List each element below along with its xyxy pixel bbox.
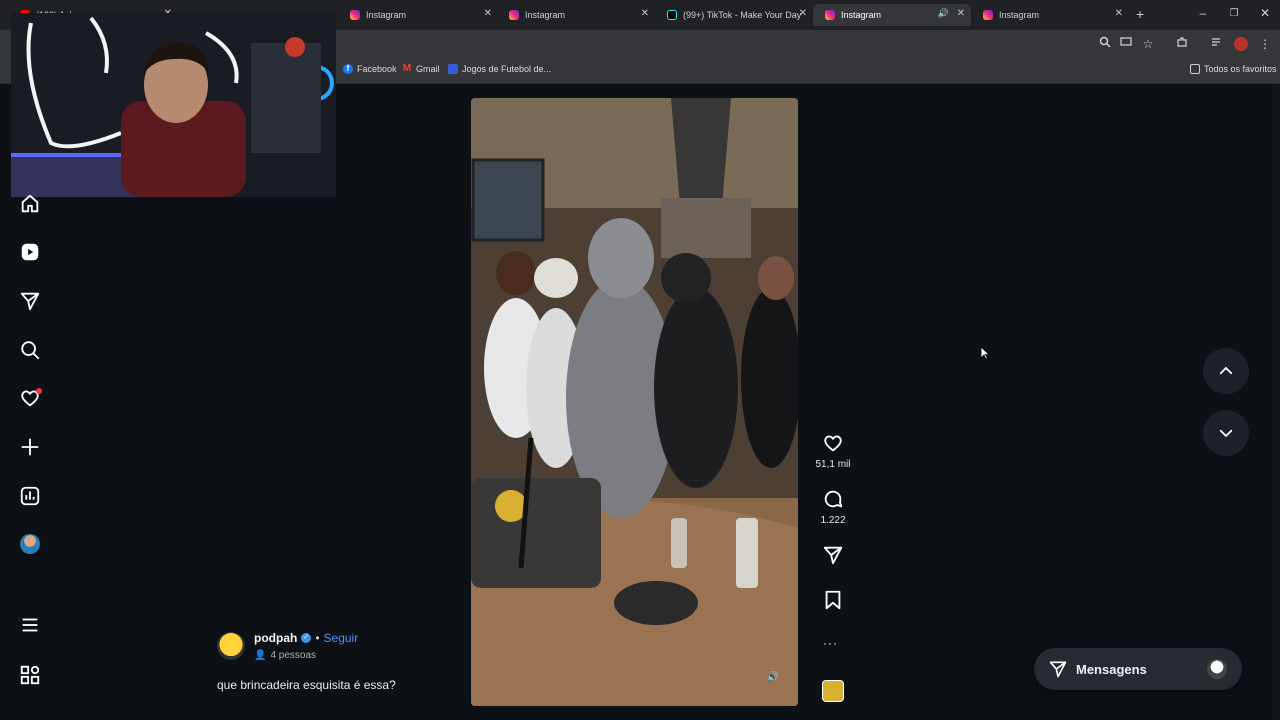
tab-label: Instagram: [841, 10, 882, 20]
games-icon: [448, 64, 458, 74]
volume-icon[interactable]: 🔊: [765, 672, 781, 688]
sidebar-reels[interactable]: [16, 238, 44, 266]
comment-icon: [824, 490, 843, 508]
media-control-icon[interactable]: [1209, 36, 1225, 52]
close-tab-icon[interactable]: ✕: [1115, 8, 1123, 19]
bookmark-star-icon[interactable]: ☆: [1140, 36, 1156, 52]
more-options-button[interactable]: ···: [823, 636, 838, 650]
new-tab-icon[interactable]: +: [1136, 6, 1144, 22]
send-icon: [823, 546, 843, 565]
bookmark-facebook[interactable]: f Facebook: [343, 64, 397, 74]
reel-video[interactable]: 🔊: [471, 98, 798, 706]
separator-dot: •: [315, 631, 320, 645]
close-tab-icon[interactable]: ✕: [799, 8, 807, 19]
messages-label: Mensagens: [1076, 661, 1147, 677]
zoom-icon[interactable]: [1097, 36, 1113, 52]
author-row: podpah ✓ • Seguir: [254, 631, 358, 645]
tab-label: Instagram: [525, 10, 566, 20]
home-icon: [21, 194, 39, 213]
tab-label: (99+) TikTok - Make Your Day: [683, 10, 802, 20]
facebook-icon: f: [343, 64, 353, 74]
menu-kebab-icon[interactable]: ⋮: [1257, 36, 1273, 52]
author-username[interactable]: podpah: [254, 631, 297, 645]
share-button[interactable]: [822, 544, 844, 571]
tab-instagram-1[interactable]: Instagram ✕: [338, 4, 498, 26]
all-bookmarks[interactable]: Todos os favoritos: [1190, 64, 1277, 74]
instagram-favicon-icon: [350, 10, 360, 20]
sidebar-notifications[interactable]: [16, 384, 44, 412]
bookmark-label: Jogos de Futebol de...: [462, 64, 552, 74]
sidebar-profile[interactable]: [16, 530, 44, 558]
chevron-down-icon: [1219, 429, 1233, 438]
sidebar-create[interactable]: [16, 433, 44, 461]
tiktok-favicon-icon: [667, 10, 677, 20]
audience-row: 👤 4 pessoas: [254, 650, 316, 661]
minimize-icon[interactable]: –: [1194, 6, 1212, 20]
next-reel-button[interactable]: [1203, 410, 1249, 456]
verified-badge-icon: ✓: [301, 633, 312, 643]
post-caption: que brincadeira esquisita é essa?: [217, 678, 396, 692]
speaker-icon[interactable]: 🔊: [938, 8, 949, 19]
gmail-icon: M: [402, 63, 412, 74]
comment-button[interactable]: [822, 488, 844, 515]
sidebar-home[interactable]: [16, 190, 44, 218]
like-button[interactable]: [822, 432, 844, 459]
chevron-up-icon: [1219, 366, 1233, 375]
close-tab-icon[interactable]: ✕: [641, 8, 649, 19]
bookmark-label: Gmail: [416, 64, 440, 74]
search-icon: [21, 341, 40, 360]
profile-avatar-icon: [20, 534, 40, 554]
plus-icon: [21, 438, 39, 456]
bookmark-label: Todos os favoritos: [1204, 64, 1277, 74]
cast-icon[interactable]: [1118, 36, 1134, 52]
tab-instagram-3[interactable]: Instagram ✕: [971, 4, 1129, 26]
tab-label: Instagram: [999, 10, 1040, 20]
apps-grid-icon: [20, 665, 40, 685]
sidebar-search[interactable]: [16, 336, 44, 364]
notification-dot: [36, 388, 42, 394]
follow-button[interactable]: Seguir: [324, 631, 359, 645]
restore-icon[interactable]: ❐: [1225, 8, 1243, 19]
close-tab-icon[interactable]: ✕: [484, 8, 492, 19]
tab-instagram-2[interactable]: Instagram ✕: [497, 4, 655, 26]
reels-icon: [21, 243, 39, 261]
close-tab-icon[interactable]: ✕: [957, 8, 965, 19]
window-close-icon[interactable]: ✕: [1256, 6, 1274, 20]
save-button[interactable]: [822, 589, 844, 616]
mouse-cursor-icon: [980, 346, 990, 360]
folder-icon: [1190, 64, 1200, 74]
previous-reel-button[interactable]: [1203, 348, 1249, 394]
like-count: 51,1 mil: [815, 459, 851, 470]
messages-avatar: [1207, 659, 1227, 679]
extensions-icon[interactable]: [1174, 36, 1190, 52]
author-avatar[interactable]: [217, 632, 245, 660]
bookmark-icon: [825, 590, 841, 610]
bookmark-gmail[interactable]: M Gmail: [402, 63, 440, 75]
messages-button[interactable]: Mensagens: [1034, 648, 1242, 690]
sidebar-direct[interactable]: [16, 287, 44, 315]
heart-outline-icon: [824, 435, 842, 452]
bookmark-games[interactable]: Jogos de Futebol de...: [448, 64, 551, 74]
sidebar-more[interactable]: [16, 611, 44, 639]
tab-tiktok[interactable]: (99+) TikTok - Make Your Day ✕: [655, 4, 813, 26]
tab-label: Instagram: [366, 10, 407, 20]
audience-label: 4 pessoas: [270, 650, 317, 661]
insights-icon: [20, 486, 40, 506]
send-icon: [1049, 661, 1067, 678]
sidebar-threads[interactable]: [16, 661, 44, 689]
audio-thumbnail[interactable]: [822, 680, 844, 702]
profile-avatar[interactable]: [1234, 37, 1248, 51]
bookmark-label: Facebook: [357, 64, 397, 74]
instagram-favicon-icon: [983, 10, 993, 20]
tab-instagram-active[interactable]: Instagram 🔊 ✕: [813, 4, 971, 26]
send-icon: [20, 292, 40, 311]
hamburger-menu-icon: [22, 618, 38, 632]
person-icon: 👤: [254, 650, 267, 661]
instagram-favicon-icon: [509, 10, 519, 20]
page-scrollbar[interactable]: [1272, 84, 1280, 720]
sidebar-dashboard[interactable]: [16, 482, 44, 510]
streamer-webcam-overlay: [11, 13, 336, 197]
comment-count: 1.222: [820, 515, 846, 526]
instagram-favicon-icon: [825, 10, 835, 20]
